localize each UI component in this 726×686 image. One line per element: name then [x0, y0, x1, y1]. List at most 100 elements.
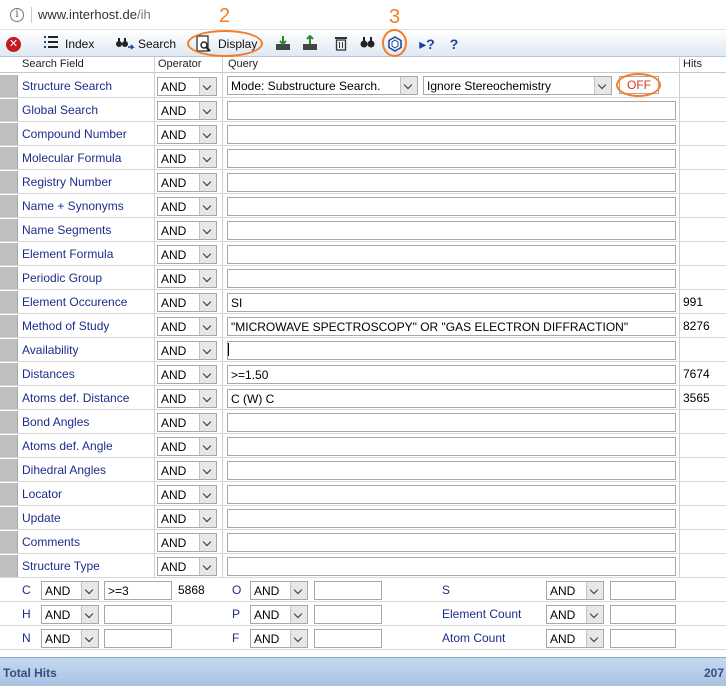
row-handle[interactable]	[0, 291, 18, 313]
find-button[interactable]	[359, 33, 382, 54]
query-input[interactable]	[227, 437, 676, 456]
row-handle[interactable]	[0, 195, 18, 217]
operator-select[interactable]: AND	[157, 125, 217, 144]
element-operator-select[interactable]: AND	[250, 605, 308, 624]
row-handle[interactable]	[0, 531, 18, 553]
structure-mode-select[interactable]: Mode: Substructure Search.	[227, 76, 418, 95]
query-input[interactable]: C (W) C	[227, 389, 676, 408]
operator-select[interactable]: AND	[157, 149, 217, 168]
field-label[interactable]: Comments	[22, 535, 80, 549]
element-operator-select[interactable]: AND	[546, 605, 604, 624]
row-handle[interactable]	[0, 507, 18, 529]
element-label[interactable]: O	[232, 583, 241, 597]
operator-select[interactable]: AND	[157, 173, 217, 192]
element-label[interactable]: N	[22, 631, 31, 645]
operator-select[interactable]: AND	[157, 341, 217, 360]
url-field[interactable]: www.interhost.de/ih	[38, 7, 151, 22]
element-label[interactable]: C	[22, 583, 31, 597]
field-label[interactable]: Periodic Group	[22, 271, 102, 285]
field-label[interactable]: Dihedral Angles	[22, 463, 106, 477]
operator-select[interactable]: AND	[157, 317, 217, 336]
operator-select[interactable]: AND	[157, 557, 217, 576]
element-query-input[interactable]: >=3	[104, 581, 172, 600]
element-operator-select[interactable]: AND	[41, 629, 99, 648]
import-button[interactable]	[274, 33, 297, 54]
element-operator-select[interactable]: AND	[546, 581, 604, 600]
field-label[interactable]: Compound Number	[22, 127, 127, 141]
operator-select[interactable]: AND	[157, 389, 217, 408]
operator-select[interactable]: AND	[157, 221, 217, 240]
field-label[interactable]: Bond Angles	[22, 415, 89, 429]
query-input[interactable]	[227, 413, 676, 432]
query-input[interactable]	[227, 509, 676, 528]
operator-select[interactable]: AND	[157, 101, 217, 120]
row-handle[interactable]	[0, 339, 18, 361]
element-query-input[interactable]	[610, 605, 676, 624]
field-label[interactable]: Update	[22, 511, 61, 525]
row-handle[interactable]	[0, 387, 18, 409]
info-icon[interactable]: i	[10, 8, 24, 22]
query-input[interactable]	[227, 485, 676, 504]
operator-select[interactable]: AND	[157, 413, 217, 432]
export-button[interactable]	[301, 33, 324, 54]
index-button[interactable]: Index	[42, 33, 94, 54]
query-input[interactable]: >=1.50	[227, 365, 676, 384]
query-input[interactable]: SI	[227, 293, 676, 312]
field-label[interactable]: Structure Type	[22, 559, 100, 573]
element-label[interactable]: S	[442, 583, 450, 597]
element-label[interactable]: P	[232, 607, 240, 621]
element-query-input[interactable]	[104, 629, 172, 648]
row-handle[interactable]	[0, 315, 18, 337]
query-input[interactable]	[227, 197, 676, 216]
query-input[interactable]	[227, 149, 676, 168]
field-label[interactable]: Global Search	[22, 103, 98, 117]
query-input[interactable]	[227, 245, 676, 264]
operator-select[interactable]: AND	[157, 485, 217, 504]
delete-button[interactable]	[332, 33, 355, 54]
field-label[interactable]: Name Segments	[22, 223, 111, 237]
row-handle[interactable]	[0, 459, 18, 481]
row-handle[interactable]	[0, 435, 18, 457]
row-handle[interactable]	[0, 411, 18, 433]
field-label[interactable]: Atoms def. Angle	[22, 439, 113, 453]
field-label[interactable]: Distances	[22, 367, 75, 381]
operator-select[interactable]: AND	[157, 197, 217, 216]
field-label[interactable]: Element Formula	[22, 247, 113, 261]
query-input[interactable]	[227, 221, 676, 240]
element-label[interactable]: Atom Count	[442, 631, 505, 645]
query-input[interactable]	[227, 173, 676, 192]
row-handle[interactable]	[0, 171, 18, 193]
row-handle[interactable]	[0, 75, 18, 97]
element-query-input[interactable]	[314, 581, 382, 600]
element-query-input[interactable]	[104, 605, 172, 624]
field-label[interactable]: Element Occurence	[22, 295, 127, 309]
field-label[interactable]: Atoms def. Distance	[22, 391, 129, 405]
operator-select[interactable]: AND	[157, 461, 217, 480]
context-help-button[interactable]: ▸?	[416, 33, 443, 54]
query-input[interactable]: "MICROWAVE SPECTROSCOPY" OR "GAS ELECTRO…	[227, 317, 676, 336]
query-input[interactable]	[227, 557, 676, 576]
field-label[interactable]: Method of Study	[22, 319, 109, 333]
element-label[interactable]: H	[22, 607, 31, 621]
operator-select[interactable]: AND	[157, 437, 217, 456]
row-handle[interactable]	[0, 483, 18, 505]
row-handle[interactable]	[0, 99, 18, 121]
query-input[interactable]	[227, 533, 676, 552]
element-operator-select[interactable]: AND	[546, 629, 604, 648]
operator-select[interactable]: AND	[157, 365, 217, 384]
field-label[interactable]: Name + Synonyms	[22, 199, 124, 213]
query-input[interactable]	[227, 125, 676, 144]
field-label[interactable]: Locator	[22, 487, 62, 501]
operator-select[interactable]: AND	[157, 533, 217, 552]
element-operator-select[interactable]: AND	[250, 629, 308, 648]
help-button[interactable]: ?	[445, 33, 468, 54]
operator-select[interactable]: AND	[157, 509, 217, 528]
query-input[interactable]	[227, 269, 676, 288]
close-button[interactable]: ✕	[6, 33, 26, 54]
operator-select[interactable]: AND	[157, 77, 217, 96]
row-handle[interactable]	[0, 363, 18, 385]
operator-select[interactable]: AND	[157, 245, 217, 264]
field-label[interactable]: Availability	[22, 343, 78, 357]
query-input[interactable]	[227, 461, 676, 480]
element-query-input[interactable]	[314, 605, 382, 624]
